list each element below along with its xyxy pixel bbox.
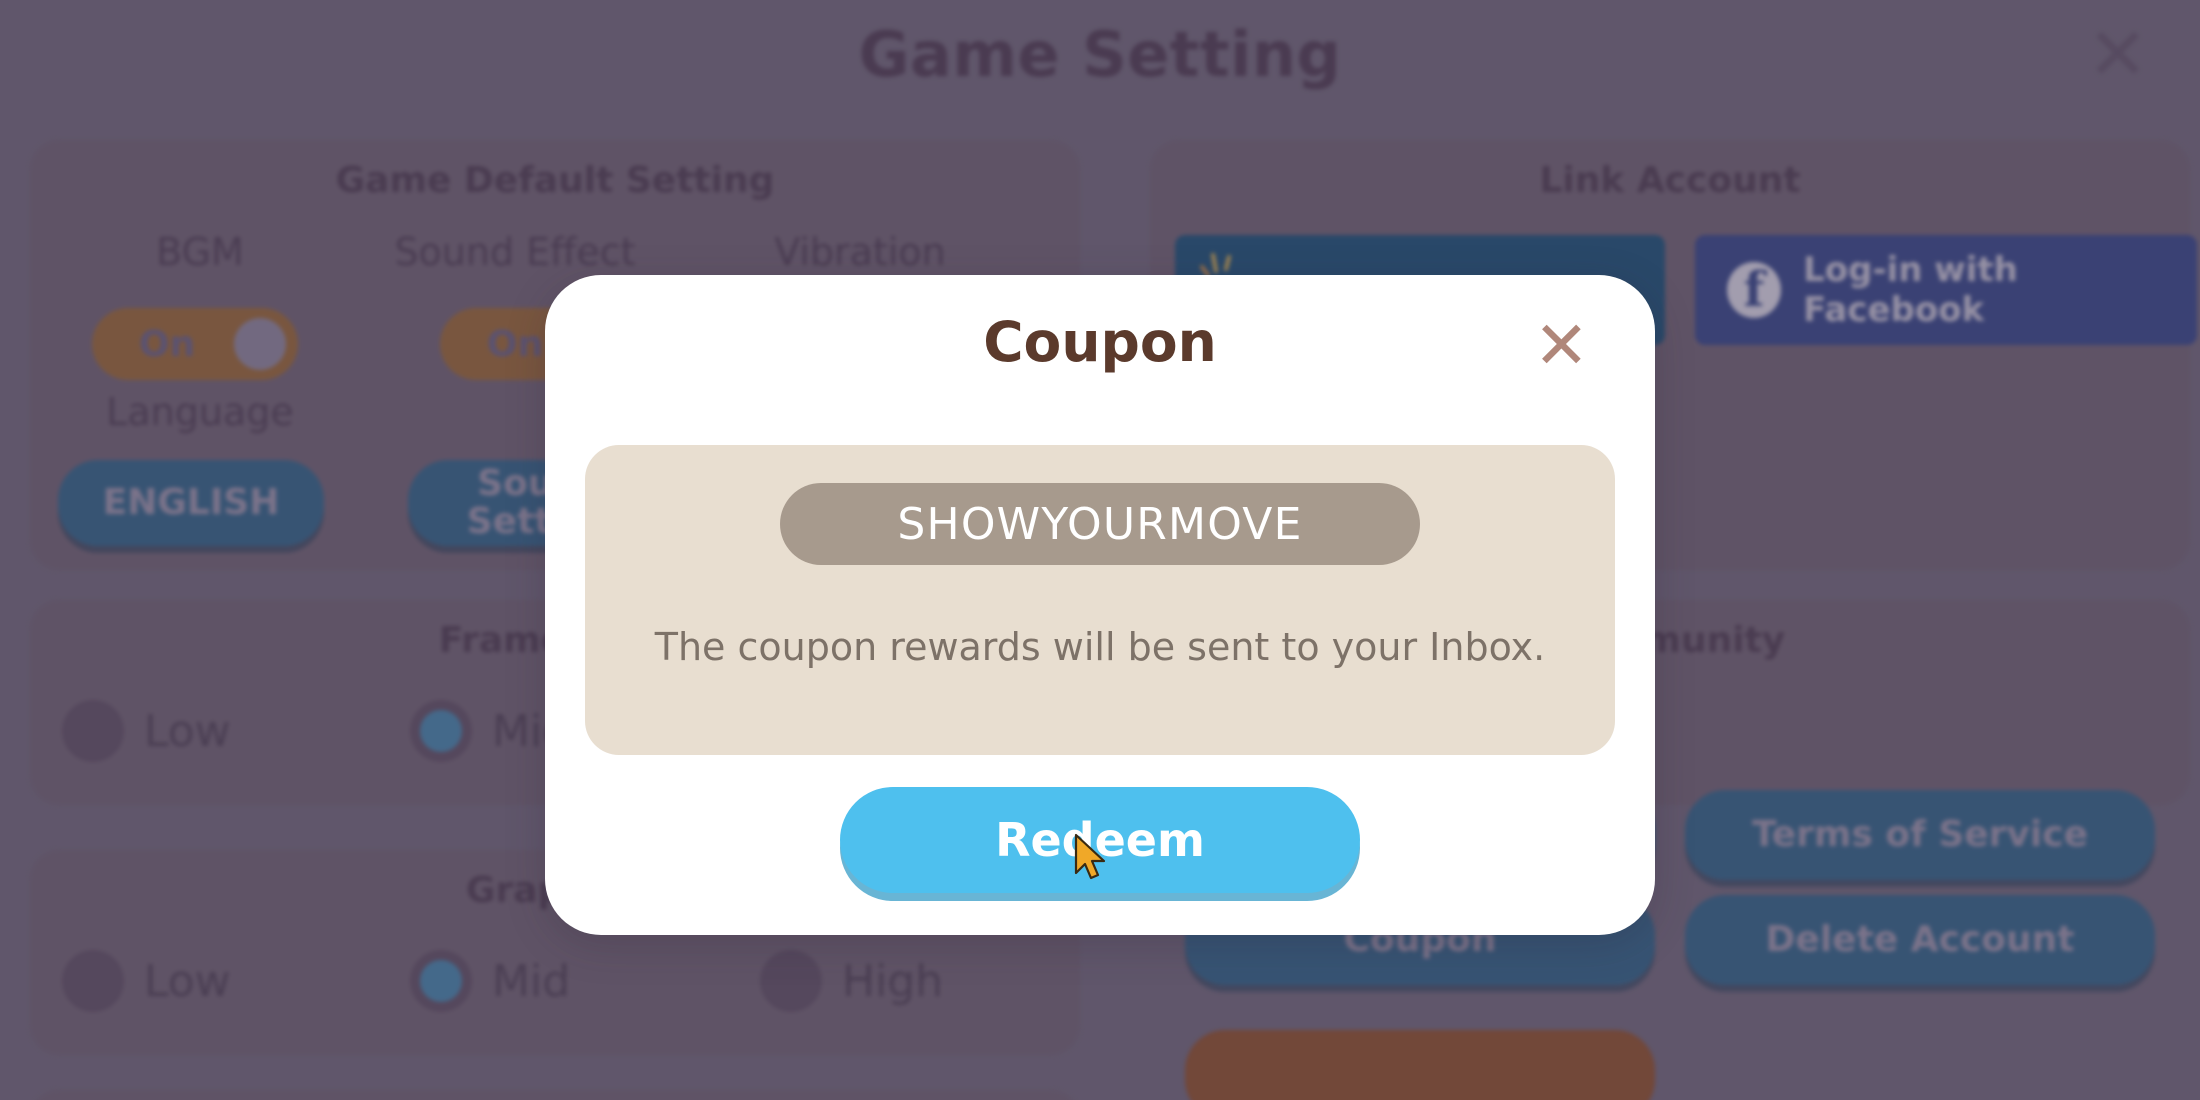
page-title: Game Setting bbox=[858, 18, 1342, 91]
facebook-login-label: Log-in with Facebook bbox=[1803, 250, 2018, 330]
label-language: Language bbox=[106, 390, 294, 434]
coupon-code-input[interactable]: SHOWYOURMOVE bbox=[780, 483, 1420, 565]
graphics-option-mid[interactable]: Mid bbox=[410, 950, 570, 1012]
redeem-button[interactable]: Redeem bbox=[840, 787, 1360, 893]
toggle-bgm-value: On bbox=[138, 323, 196, 365]
radio-label-graphics-mid: Mid bbox=[492, 955, 571, 1007]
graphics-option-low[interactable]: Low bbox=[62, 950, 231, 1012]
label-vibration: Vibration bbox=[774, 230, 946, 274]
label-sound-effect: Sound Effect bbox=[394, 230, 636, 274]
radio-label-graphics-low: Low bbox=[144, 955, 231, 1007]
game-settings-screen: Game Setting ✕ Game Default Setting BGM … bbox=[0, 0, 2200, 1100]
frame-rate-option-low[interactable]: Low bbox=[62, 700, 231, 762]
close-icon[interactable]: ✕ bbox=[2088, 18, 2148, 90]
panel-extra-bottom-left bbox=[30, 1090, 1080, 1100]
bottom-orange-button[interactable] bbox=[1185, 1030, 1655, 1100]
radio-label-graphics-high: High bbox=[842, 955, 944, 1007]
panel-title-default-setting: Game Default Setting bbox=[335, 160, 775, 201]
close-icon[interactable]: ✕ bbox=[1534, 313, 1589, 379]
coupon-dialog-title: Coupon bbox=[983, 310, 1217, 374]
facebook-login-button[interactable]: f Log-in with Facebook bbox=[1695, 235, 2197, 345]
coupon-note: The coupon rewards will be sent to your … bbox=[654, 625, 1546, 669]
facebook-icon: f bbox=[1727, 262, 1782, 318]
terms-of-service-button[interactable]: Terms of Service bbox=[1685, 790, 2155, 880]
radio-dot-graphics-low bbox=[62, 950, 124, 1012]
radio-dot-graphics-mid bbox=[410, 950, 472, 1012]
panel-title-link-account: Link Account bbox=[1539, 160, 1801, 201]
delete-account-button[interactable]: Delete Account bbox=[1685, 895, 2155, 985]
radio-dot-frame-low bbox=[62, 700, 124, 762]
radio-dot-graphics-high bbox=[760, 950, 822, 1012]
radio-label-frame-low: Low bbox=[144, 705, 231, 757]
toggle-bgm[interactable]: On bbox=[92, 308, 298, 380]
toggle-bgm-knob bbox=[234, 318, 286, 370]
label-bgm: BGM bbox=[156, 230, 244, 274]
radio-dot-frame-mid bbox=[410, 700, 472, 762]
graphics-option-high[interactable]: High bbox=[760, 950, 943, 1012]
coupon-input-area: SHOWYOURMOVE The coupon rewards will be … bbox=[585, 445, 1615, 755]
coupon-dialog: Coupon ✕ SHOWYOURMOVE The coupon rewards… bbox=[545, 275, 1655, 935]
language-button[interactable]: ENGLISH bbox=[58, 460, 324, 546]
